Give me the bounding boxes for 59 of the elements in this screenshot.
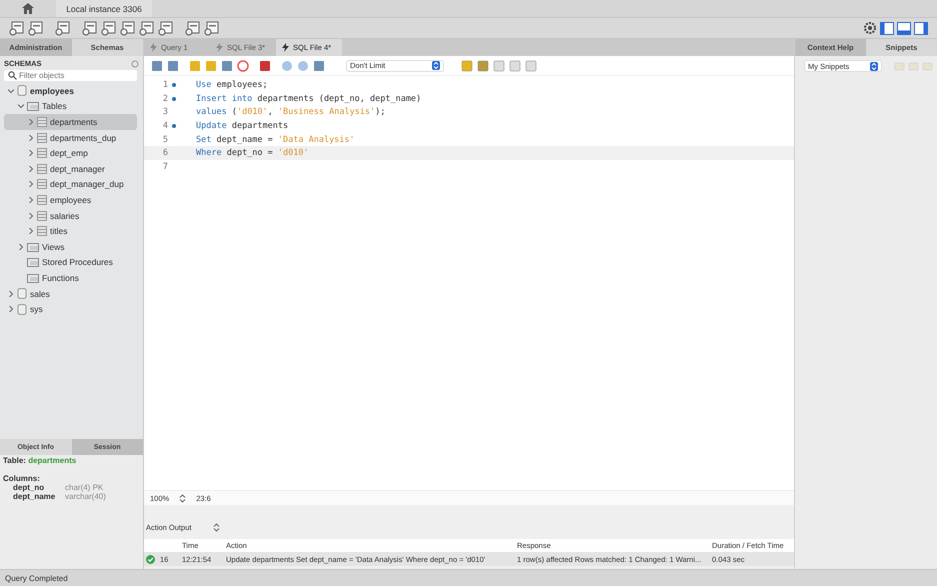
line-number: 3 xyxy=(162,107,168,118)
info-label: Columns: xyxy=(3,474,41,483)
chevron-right-icon[interactable] xyxy=(28,196,34,203)
left-panel-icon[interactable] xyxy=(879,22,895,34)
code-line: Use employees; xyxy=(196,80,268,90)
line-number: 4 xyxy=(162,120,168,131)
column-name: dept_name xyxy=(13,492,56,501)
tree-item[interactable]: departments_dup xyxy=(4,130,137,146)
chevron-right-icon[interactable] xyxy=(28,181,34,188)
status-text: Query Completed xyxy=(0,569,937,586)
tree-item[interactable]: salaries xyxy=(4,208,137,224)
column-name: dept_no xyxy=(13,483,46,492)
table-name: departments xyxy=(28,456,76,465)
chevron-right-icon[interactable] xyxy=(28,228,34,234)
code-line: Set dept_name = 'Data Analysis' xyxy=(196,134,355,145)
code-line: values ('d010', 'Business Analysis'); xyxy=(196,107,386,118)
code-line: Where dept_no = 'd010' xyxy=(196,148,309,158)
tree-item[interactable]: Stored Procedures xyxy=(4,254,137,270)
info-label: Table: xyxy=(3,456,26,465)
filter-field[interactable]: Filter objects xyxy=(4,70,137,81)
tree-item[interactable]: employees xyxy=(4,83,137,99)
right-panel-icon[interactable] xyxy=(913,22,929,34)
stepper-icon[interactable] xyxy=(213,522,220,532)
chevron-right-icon[interactable] xyxy=(28,134,34,141)
line-number: 2 xyxy=(162,94,168,104)
tree-item[interactable]: Tables xyxy=(4,98,137,114)
tree-item[interactable]: Functions xyxy=(4,270,137,286)
stepper-icon xyxy=(432,61,440,70)
stepper-icon xyxy=(870,62,878,70)
chevron-right-icon[interactable] xyxy=(28,150,34,156)
chevron-right-icon[interactable] xyxy=(28,118,34,125)
chevron-down-icon[interactable] xyxy=(8,88,14,94)
chevron-down-icon[interactable] xyxy=(18,103,24,110)
tree-item[interactable]: titles xyxy=(4,223,137,239)
bottom-panel-icon[interactable] xyxy=(896,22,912,34)
line-number: 1 xyxy=(162,80,168,90)
chevron-right-icon[interactable] xyxy=(28,212,34,219)
chevron-right-icon[interactable] xyxy=(8,306,14,312)
tree-item[interactable]: Views xyxy=(4,238,137,255)
stepper-icon[interactable] xyxy=(179,494,186,502)
code-line: Update departments xyxy=(196,120,288,131)
tree-item[interactable]: dept_emp xyxy=(4,145,137,161)
line-number: 7 xyxy=(162,162,168,172)
settings-icon[interactable] xyxy=(862,21,878,35)
tree-item[interactable]: dept_manager_dup xyxy=(4,176,137,192)
tree-item[interactable]: sales xyxy=(4,286,137,302)
tree-item[interactable]: sys xyxy=(4,301,137,317)
chevron-right-icon[interactable] xyxy=(18,244,24,250)
line-number: 5 xyxy=(162,134,168,145)
column-type: varchar(40) xyxy=(65,492,106,501)
tree-item[interactable]: departments xyxy=(4,114,137,130)
tree-item[interactable]: dept_manager xyxy=(4,160,137,177)
code-line: Insert into departments (dept_no, dept_name) xyxy=(196,94,422,104)
chevron-right-icon[interactable] xyxy=(28,166,34,172)
connection-tab[interactable]: Local instance 3306 xyxy=(56,0,152,17)
chevron-right-icon[interactable] xyxy=(8,290,14,297)
tree-item[interactable]: employees xyxy=(4,192,137,208)
column-type: char(4) PK xyxy=(65,483,104,492)
line-number: 6 xyxy=(162,148,168,158)
